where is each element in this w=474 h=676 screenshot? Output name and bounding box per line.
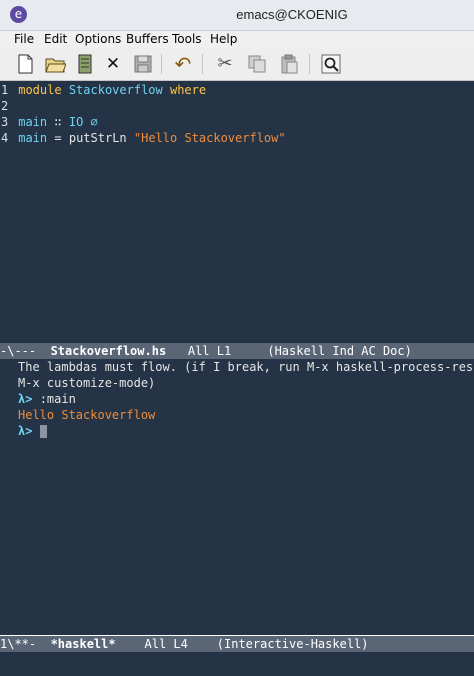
menu-tools[interactable]: Tools: [172, 31, 202, 48]
paste-icon[interactable]: [278, 53, 300, 75]
modeline-position: All L1: [187, 344, 232, 358]
repl-prompt: λ>: [18, 392, 33, 406]
dired-icon[interactable]: [74, 53, 96, 75]
modeline-mode: (Haskell Ind AC Doc): [267, 344, 412, 358]
menubar: File Edit Options Buffers Tools Help: [0, 31, 474, 48]
modeline-status: -\---: [0, 344, 37, 358]
editor-buffer[interactable]: 1 module Stackoverflow where 2 3 main ∷ …: [0, 81, 474, 341]
function-name: main: [18, 115, 48, 129]
modeline-buffer-name: Stackoverflow.hs: [50, 344, 167, 358]
cut-icon[interactable]: ✂: [214, 53, 236, 75]
menu-buffers[interactable]: Buffers: [126, 31, 169, 48]
repl-command: :main: [39, 392, 76, 406]
modeline-mode: (Interactive-Haskell): [216, 637, 369, 651]
line-number: 3: [1, 115, 9, 129]
toolbar-separator: [202, 54, 203, 74]
line-number: 1: [1, 83, 9, 97]
copy-icon[interactable]: [246, 53, 268, 75]
code-line-2: 2: [0, 98, 11, 114]
keyword-module: module: [18, 83, 62, 97]
modeline-position: All L4: [144, 637, 188, 651]
equals-operator: =: [54, 131, 62, 145]
repl-message-2: M-x customize-mode): [18, 376, 156, 390]
window-titlebar: e emacs@CKOENIG: [0, 0, 474, 31]
modeline-top[interactable]: -\--- Stackoverflow.hs All L1 (Haskell I…: [0, 343, 474, 359]
string-literal: "Hello Stackoverflow": [133, 131, 286, 145]
code-line-4: 4 main = putStrLn "Hello Stackoverflow": [0, 130, 286, 146]
function-call: putStrLn: [68, 131, 127, 145]
repl-output: Hello Stackoverflow: [18, 408, 156, 422]
repl-prompt: λ>: [18, 424, 33, 438]
open-folder-icon[interactable]: [44, 53, 66, 75]
code-line-1: 1 module Stackoverflow where: [0, 82, 206, 98]
toolbar: ✕ ↶ ✂: [0, 48, 474, 81]
close-icon[interactable]: ✕: [102, 53, 124, 75]
repl-current-line[interactable]: λ>: [18, 423, 47, 439]
modeline-bottom[interactable]: 1\**- *haskell* All L4 (Interactive-Hask…: [0, 636, 474, 652]
text-cursor: [39, 425, 47, 438]
toolbar-separator: [309, 54, 310, 74]
window-title: emacs@CKOENIG: [236, 7, 348, 22]
line-number: 4: [1, 131, 9, 145]
unit-type: ∅: [90, 115, 98, 129]
toolbar-separator: [161, 54, 162, 74]
type-operator: ∷: [54, 115, 62, 129]
new-file-icon[interactable]: [14, 53, 36, 75]
search-icon[interactable]: [320, 53, 342, 75]
menu-options[interactable]: Options: [75, 31, 121, 48]
echo-area[interactable]: [0, 652, 474, 676]
modeline-buffer-name: *haskell*: [50, 637, 116, 651]
repl-input-line: λ> :main: [18, 391, 76, 407]
module-name: Stackoverflow: [68, 83, 163, 97]
type-name: IO: [68, 115, 84, 129]
code-line-3: 3 main ∷ IO ∅: [0, 114, 98, 130]
repl-buffer[interactable]: M-x customize-mode) λ> :main Hello Stack…: [0, 375, 474, 635]
modeline-status: 1\**-: [0, 637, 37, 651]
function-name: main: [18, 131, 48, 145]
menu-help[interactable]: Help: [210, 31, 237, 48]
menu-file[interactable]: File: [14, 31, 34, 48]
menu-edit[interactable]: Edit: [44, 31, 67, 48]
line-number: 2: [1, 99, 9, 113]
save-icon[interactable]: [132, 53, 154, 75]
keyword-where: where: [169, 83, 207, 97]
undo-icon[interactable]: ↶: [172, 53, 194, 75]
repl-message-1: The lambdas must flow. (if I break, run …: [18, 360, 474, 374]
